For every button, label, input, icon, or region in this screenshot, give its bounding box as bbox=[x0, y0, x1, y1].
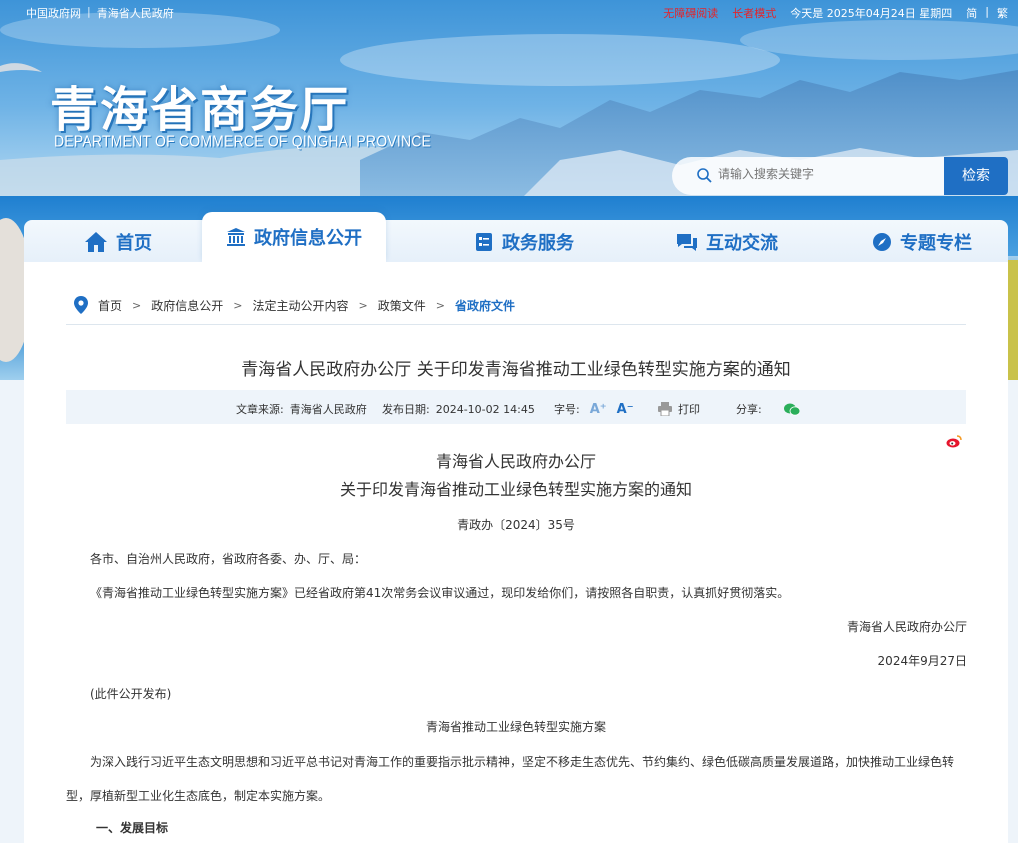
breadcrumb-current[interactable]: 省政府文件 bbox=[455, 297, 515, 314]
print-icon bbox=[658, 402, 672, 416]
separator: | bbox=[985, 5, 989, 18]
weibo-share-icon[interactable] bbox=[946, 434, 962, 448]
print-label: 打印 bbox=[678, 403, 700, 416]
top-utility-bar: 中国政府网 | 青海省人民政府 无障碍阅读 长者模式 今天是 2025年04月2… bbox=[0, 0, 1018, 24]
source-value: 青海省人民政府 bbox=[289, 403, 367, 416]
nav-label: 专题专栏 bbox=[900, 233, 972, 254]
search-bar: 检索 bbox=[672, 157, 1008, 195]
print-control[interactable]: 打印 bbox=[658, 401, 700, 417]
breadcrumb-home[interactable]: 首页 bbox=[98, 297, 122, 314]
main-nav: 首页 政府信息公开 政务服务 互动交流 专题专栏 bbox=[24, 212, 1008, 262]
chat-icon bbox=[677, 234, 697, 251]
nav-label: 政务服务 bbox=[502, 233, 574, 254]
publish-note: (此件公开发布) bbox=[90, 687, 172, 701]
nav-label: 首页 bbox=[116, 233, 152, 254]
breadcrumb-separator: > bbox=[435, 298, 445, 312]
breadcrumb-statutory[interactable]: 法定主动公开内容 bbox=[252, 297, 348, 314]
gov-link[interactable]: 中国政府网 bbox=[26, 5, 81, 21]
compass-icon bbox=[873, 233, 891, 251]
nav-label: 政府信息公开 bbox=[254, 228, 362, 249]
font-size-label: 字号: bbox=[554, 403, 580, 416]
site-logo-english: DEPARTMENT OF COMMERCE OF QINGHAI PROVIN… bbox=[54, 132, 432, 150]
signer: 青海省人民政府办公厅 bbox=[846, 620, 967, 634]
section-heading: 一、发展目标 bbox=[96, 821, 169, 835]
intro-paragraph-line-1: 为深入践行习近平生态文明思想和习近平总书记对青海工作的重要指示批示精神，坚定不移… bbox=[90, 755, 955, 769]
font-increase-button[interactable]: A⁺ bbox=[590, 402, 607, 417]
source-info: 文章来源: 青海省人民政府 bbox=[236, 401, 367, 417]
breadcrumb: 首页 > 政府信息公开 > 法定主动公开内容 > 政策文件 > 省政府文件 bbox=[74, 296, 515, 314]
nav-item-gov-services[interactable]: 政务服务 bbox=[474, 226, 574, 258]
font-decrease-button[interactable]: A⁻ bbox=[617, 402, 634, 417]
content-panel: 首页 > 政府信息公开 > 法定主动公开内容 > 政策文件 > 省政府文件 青海… bbox=[24, 262, 1008, 843]
nav-item-gov-info[interactable]: 政府信息公开 bbox=[202, 212, 386, 262]
traditional-chinese-link[interactable]: 繁 bbox=[997, 5, 1008, 21]
search-button[interactable]: 检索 bbox=[944, 157, 1008, 195]
source-label: 文章来源: bbox=[236, 403, 284, 416]
search-input[interactable] bbox=[718, 167, 928, 181]
barrier-free-link[interactable]: 无障碍阅读 bbox=[663, 5, 718, 21]
article-meta-bar: 文章来源: 青海省人民政府 发布日期: 2024-10-02 14:45 字号:… bbox=[66, 390, 966, 424]
plan-title: 青海省推动工业绿色转型实施方案 bbox=[425, 720, 606, 734]
search-box bbox=[672, 157, 944, 195]
article-title: 青海省人民政府办公厅 关于印发青海省推动工业绿色转型实施方案的通知 bbox=[241, 360, 791, 380]
government-building-icon bbox=[227, 228, 245, 246]
breadcrumb-separator: > bbox=[233, 298, 243, 312]
location-pin-icon bbox=[74, 296, 88, 314]
document-heading-line-2: 关于印发青海省推动工业绿色转型实施方案的通知 bbox=[339, 480, 692, 499]
document-number: 青政办〔2024〕35号 bbox=[457, 518, 575, 532]
breadcrumb-gov-info[interactable]: 政府信息公开 bbox=[151, 297, 223, 314]
date-label: 发布日期: bbox=[382, 403, 430, 416]
date-info: 发布日期: 2024-10-02 14:45 bbox=[382, 401, 535, 417]
separator: | bbox=[87, 5, 91, 18]
font-size-control: 字号: A⁺ A⁻ bbox=[554, 401, 634, 417]
wechat-share-icon[interactable] bbox=[783, 403, 800, 416]
breadcrumb-separator: > bbox=[358, 298, 368, 312]
share-label: 分享: bbox=[736, 403, 762, 416]
breadcrumb-policy-docs[interactable]: 政策文件 bbox=[378, 297, 426, 314]
nav-item-special-topics[interactable]: 专题专栏 bbox=[872, 226, 972, 258]
document-heading-line-1: 青海省人民政府办公厅 bbox=[435, 452, 596, 471]
sign-date: 2024年9月27日 bbox=[877, 654, 967, 668]
home-icon bbox=[85, 232, 107, 252]
elder-mode-link[interactable]: 长者模式 bbox=[732, 5, 776, 21]
body-paragraph: 《青海省推动工业绿色转型实施方案》已经省政府第41次常务会议审议通过，现印发给你… bbox=[90, 586, 790, 600]
simplified-chinese-link[interactable]: 简 bbox=[966, 5, 977, 21]
date-text: 今天是 2025年04月24日 星期四 bbox=[790, 7, 953, 20]
share-control: 分享: bbox=[736, 401, 800, 417]
nav-item-interaction[interactable]: 互动交流 bbox=[676, 226, 778, 258]
date-value: 2024-10-02 14:45 bbox=[435, 402, 535, 416]
service-list-icon bbox=[476, 233, 492, 251]
language-switch: 简 | 繁 bbox=[966, 5, 1008, 21]
site-logo-chinese[interactable]: 青海省商务厅 bbox=[50, 70, 350, 140]
province-link[interactable]: 青海省人民政府 bbox=[97, 5, 174, 21]
search-icon bbox=[697, 168, 712, 183]
divider bbox=[66, 324, 966, 325]
nav-label: 互动交流 bbox=[706, 233, 778, 254]
breadcrumb-separator: > bbox=[132, 298, 142, 312]
intro-paragraph-line-2: 型，厚植新型工业化生态底色，制定本实施方案。 bbox=[66, 789, 331, 803]
nav-item-home[interactable]: 首页 bbox=[84, 226, 152, 258]
addressee: 各市、自治州人民政府，省政府各委、办、厅、局： bbox=[90, 552, 367, 566]
